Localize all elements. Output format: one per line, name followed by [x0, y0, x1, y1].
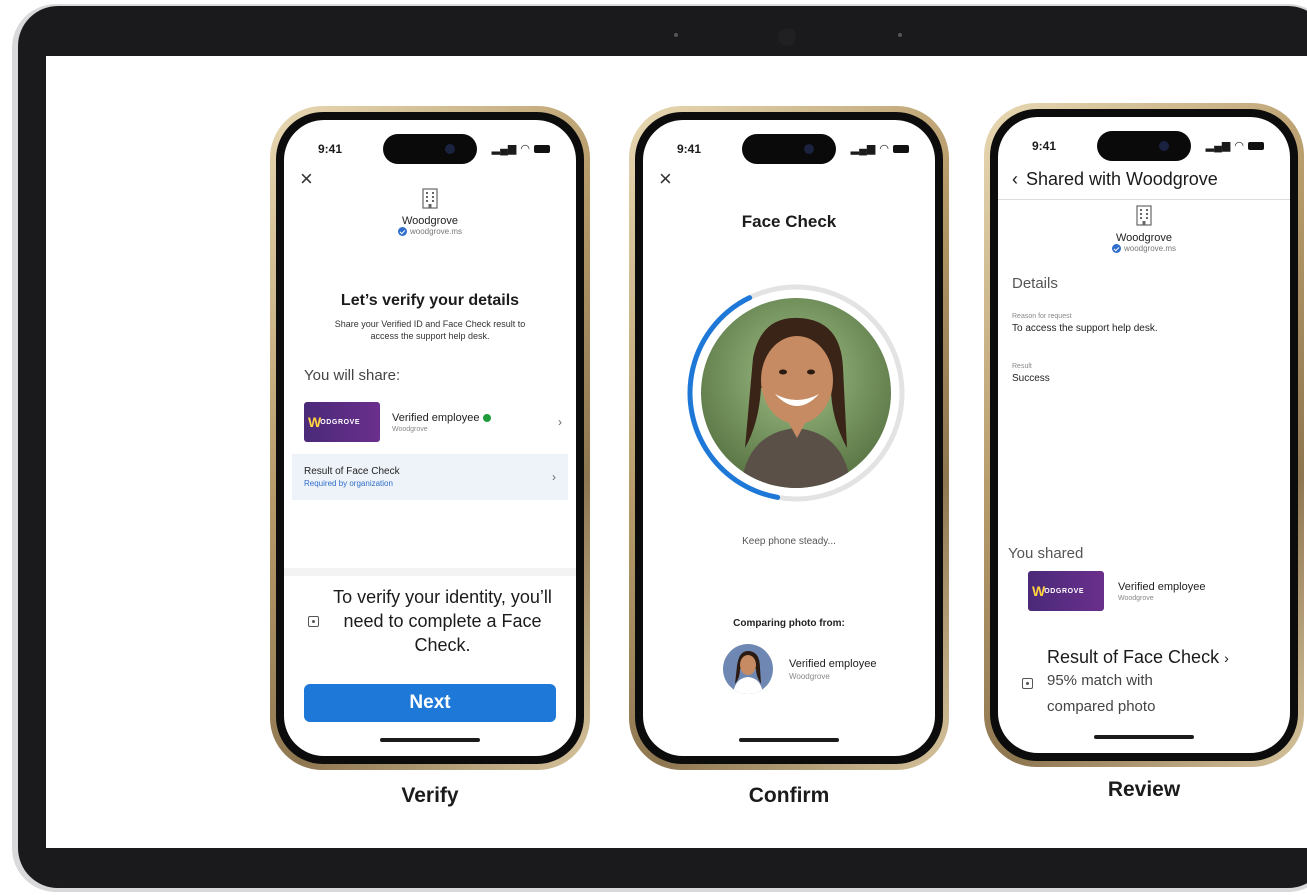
woodgrove-card-logo: W ODGROVE: [1028, 571, 1104, 611]
close-icon[interactable]: ×: [659, 168, 672, 190]
credential-item[interactable]: W ODGROVE Verified employee Woodgrove ›: [304, 398, 562, 446]
face-check-info: To verify your identity, you’ll need to …: [308, 586, 558, 658]
building-icon: [418, 186, 442, 210]
reference-org: Woodgrove: [789, 671, 830, 681]
dynamic-island: [383, 134, 477, 164]
signal-icon: ▂▄▆: [850, 143, 876, 155]
battery-icon: [893, 144, 909, 153]
reference-name: Verified employee: [789, 657, 877, 670]
org-domain-text: woodgrove.ms: [409, 227, 463, 236]
label-verify: Verify: [401, 784, 459, 807]
steady-hint: Keep phone steady...: [742, 536, 836, 547]
org-name: Woodgrove: [1115, 232, 1173, 244]
details-heading: Details: [1012, 275, 1058, 292]
face-check-item[interactable]: Result of Face Check Required by organiz…: [292, 454, 568, 500]
building-icon: [1132, 203, 1156, 227]
label-confirm: Confirm: [748, 784, 830, 807]
face-result-compared: compared photo: [1047, 697, 1156, 715]
status-time: 9:41: [1032, 139, 1057, 153]
status-icons: ▂▄▆ ◠: [492, 142, 550, 155]
result-label: Result: [1012, 363, 1032, 370]
credential-name: Verified employee: [1118, 580, 1206, 593]
label-review: Review: [1107, 778, 1181, 801]
face-check-result[interactable]: Result of Face Check › 95% match with co…: [1022, 647, 1278, 719]
card-logo-text: ODGROVE: [1044, 587, 1085, 595]
dynamic-island: [742, 134, 836, 164]
header-divider: [998, 199, 1290, 200]
wifi-icon: ◠: [879, 143, 889, 155]
compare-heading: Comparing photo from:: [733, 618, 845, 629]
chevron-right-icon: ›: [1224, 650, 1229, 666]
confirm-screen: 9:41 ▂▄▆ ◠ × Face Check Keep phone stead…: [643, 120, 935, 756]
share-heading: You will share:: [304, 367, 401, 384]
wifi-icon: ◠: [1234, 140, 1244, 152]
face-check-title: Result of Face Check: [304, 466, 400, 477]
face-check-info-text: To verify your identity, you’ll need to …: [333, 587, 552, 655]
woodgrove-w-icon: W: [1032, 583, 1045, 599]
battery-icon: [534, 144, 550, 153]
result-value: Success: [1012, 373, 1050, 384]
verified-badge-icon: [1111, 244, 1121, 253]
face-check-required: Required by organization: [304, 479, 393, 488]
status-icons: ▂▄▆ ◠: [851, 142, 909, 155]
signal-icon: ▂▄▆: [1205, 140, 1231, 152]
shared-credential[interactable]: W ODGROVE Verified employee Woodgrove: [1028, 571, 1205, 611]
credential-name: Verified employee: [392, 411, 480, 424]
org-header: Woodgrove woodgrove.ms: [284, 186, 576, 236]
home-indicator: [380, 738, 480, 742]
camera-icon: [778, 28, 796, 46]
card-logo-text: ODGROVE: [320, 418, 361, 426]
signal-icon: ▂▄▆: [491, 143, 517, 155]
woodgrove-w-icon: W: [308, 414, 321, 430]
reason-label: Reason for request: [1012, 313, 1072, 320]
phone-confirm: 9:41 ▂▄▆ ◠ × Face Check Keep phone stead…: [629, 106, 949, 770]
org-header: Woodgrove woodgrove.ms: [998, 203, 1290, 253]
next-button[interactable]: Next: [304, 684, 556, 722]
review-header[interactable]: ‹ Shared with Woodgrove: [1012, 169, 1290, 190]
face-photo: [701, 298, 891, 488]
shared-heading: You shared: [1008, 545, 1084, 562]
status-time: 9:41: [677, 142, 702, 156]
verified-badge-icon: [397, 227, 407, 236]
section-divider: [284, 568, 576, 576]
phone-review: 9:41 ▂▄▆ ◠ ‹ Shared with Woodgrove Woodg…: [984, 103, 1304, 767]
battery-icon: [1248, 141, 1264, 150]
credential-org: Woodgrove: [392, 425, 428, 433]
woodgrove-card-logo: W ODGROVE: [304, 402, 380, 442]
dynamic-island: [1097, 131, 1191, 161]
sensor-dot: [898, 33, 902, 37]
review-screen: 9:41 ▂▄▆ ◠ ‹ Shared with Woodgrove Woodg…: [998, 117, 1290, 753]
org-domain: woodgrove.ms: [284, 227, 576, 236]
verify-screen: 9:41 ▂▄▆ ◠ × Woodgrove woodgrove.ms Let’…: [284, 120, 576, 756]
org-domain: woodgrove.ms: [998, 244, 1290, 253]
status-icons: ▂▄▆ ◠: [1206, 139, 1264, 152]
chevron-right-icon: ›: [558, 415, 562, 429]
credential-org: Woodgrove: [1118, 594, 1154, 602]
org-name: Woodgrove: [401, 215, 459, 227]
page-title: Let’s verify your details: [340, 292, 520, 309]
home-indicator: [739, 738, 839, 742]
phone-verify: 9:41 ▂▄▆ ◠ × Woodgrove woodgrove.ms Let’…: [270, 106, 590, 770]
chevron-right-icon: ›: [552, 470, 556, 484]
tablet-screen: 9:41 ▂▄▆ ◠ × Woodgrove woodgrove.ms Let’…: [46, 56, 1307, 848]
wifi-icon: ◠: [520, 143, 530, 155]
back-chevron-icon[interactable]: ‹: [1012, 169, 1018, 190]
status-time: 9:41: [318, 142, 343, 156]
face-check-title: Face Check: [741, 212, 837, 231]
face-scan-icon: [308, 616, 319, 628]
page-subtitle: Share your Verified ID and Face Check re…: [334, 319, 526, 342]
verified-check-icon: [483, 413, 492, 422]
face-result-title: Result of Face Check: [1047, 647, 1220, 667]
reason-value: To access the support help desk.: [1012, 323, 1158, 334]
reference-credential: Verified employee Woodgrove: [723, 644, 876, 694]
org-domain-text: woodgrove.ms: [1123, 244, 1177, 253]
review-header-title: Shared with Woodgrove: [1026, 169, 1218, 189]
avatar: [723, 644, 773, 694]
face-scan-icon: [1022, 677, 1033, 689]
sensor-dot: [674, 33, 678, 37]
home-indicator: [1094, 735, 1194, 739]
face-result-match: 95% match with: [1047, 672, 1153, 689]
